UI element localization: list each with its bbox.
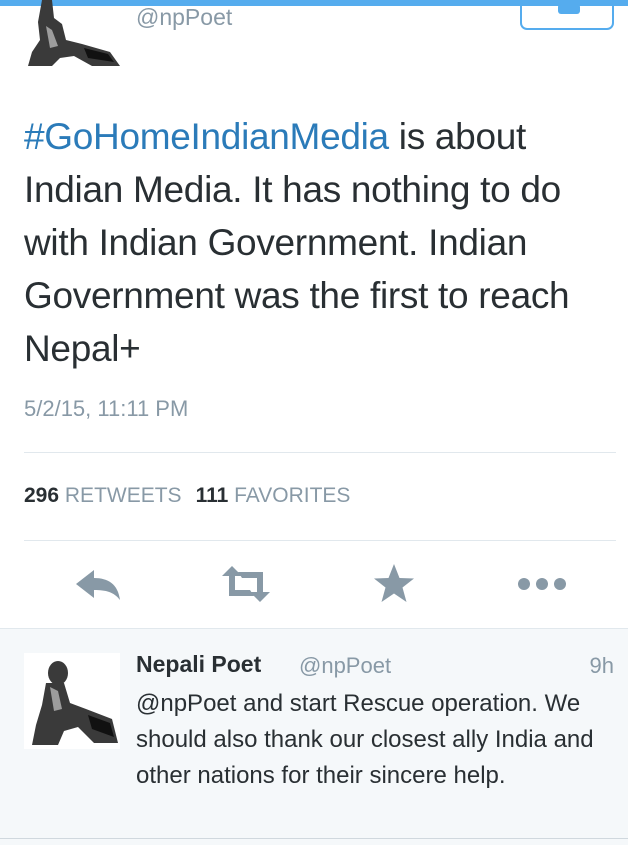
reply-tweet[interactable]: Nepali Poet @npPoet 9h @npPoet and start… <box>0 628 628 845</box>
retweet-button[interactable] <box>220 562 272 606</box>
reply-author-name[interactable]: Nepali Poet <box>136 651 261 678</box>
favorites-label: FAVORITES <box>234 484 351 507</box>
favorites-stat[interactable]: 111 FAVORITES <box>196 484 351 507</box>
reply-time: 9h <box>589 653 614 678</box>
retweets-label: RETWEETS <box>64 484 182 507</box>
divider <box>0 838 628 839</box>
favorite-button[interactable] <box>368 562 420 606</box>
follow-button[interactable] <box>520 0 614 30</box>
reply-text: @npPoet and start Rescue operation. We s… <box>136 690 594 789</box>
retweet-icon <box>222 566 270 602</box>
more-icon <box>518 578 566 590</box>
avatar[interactable] <box>22 0 122 68</box>
reply-icon <box>76 570 120 600</box>
more-button[interactable] <box>516 562 568 606</box>
reply-button[interactable] <box>72 562 124 606</box>
divider <box>24 540 616 541</box>
tweet-stats: 296 RETWEETS 111 FAVORITES <box>24 484 350 508</box>
divider <box>24 452 616 453</box>
retweets-stat[interactable]: 296 RETWEETS <box>24 484 182 507</box>
favorites-count: 111 <box>195 484 229 507</box>
star-icon <box>374 564 414 602</box>
author-handle[interactable]: @npPoet <box>136 4 232 31</box>
hashtag-link[interactable]: #GoHomeIndianMedia <box>24 116 389 157</box>
poet-portrait-icon <box>28 0 120 66</box>
poet-portrait-icon <box>24 653 120 749</box>
follow-icon <box>558 4 580 14</box>
tweet-timestamp: 5/2/15, 11:11 PM <box>24 396 189 421</box>
reply-author-handle[interactable]: @npPoet <box>299 653 391 679</box>
retweets-count: 296 <box>24 484 60 507</box>
tweet-text: #GoHomeIndianMedia is about Indian Media… <box>24 110 620 375</box>
reply-avatar[interactable] <box>24 653 120 749</box>
